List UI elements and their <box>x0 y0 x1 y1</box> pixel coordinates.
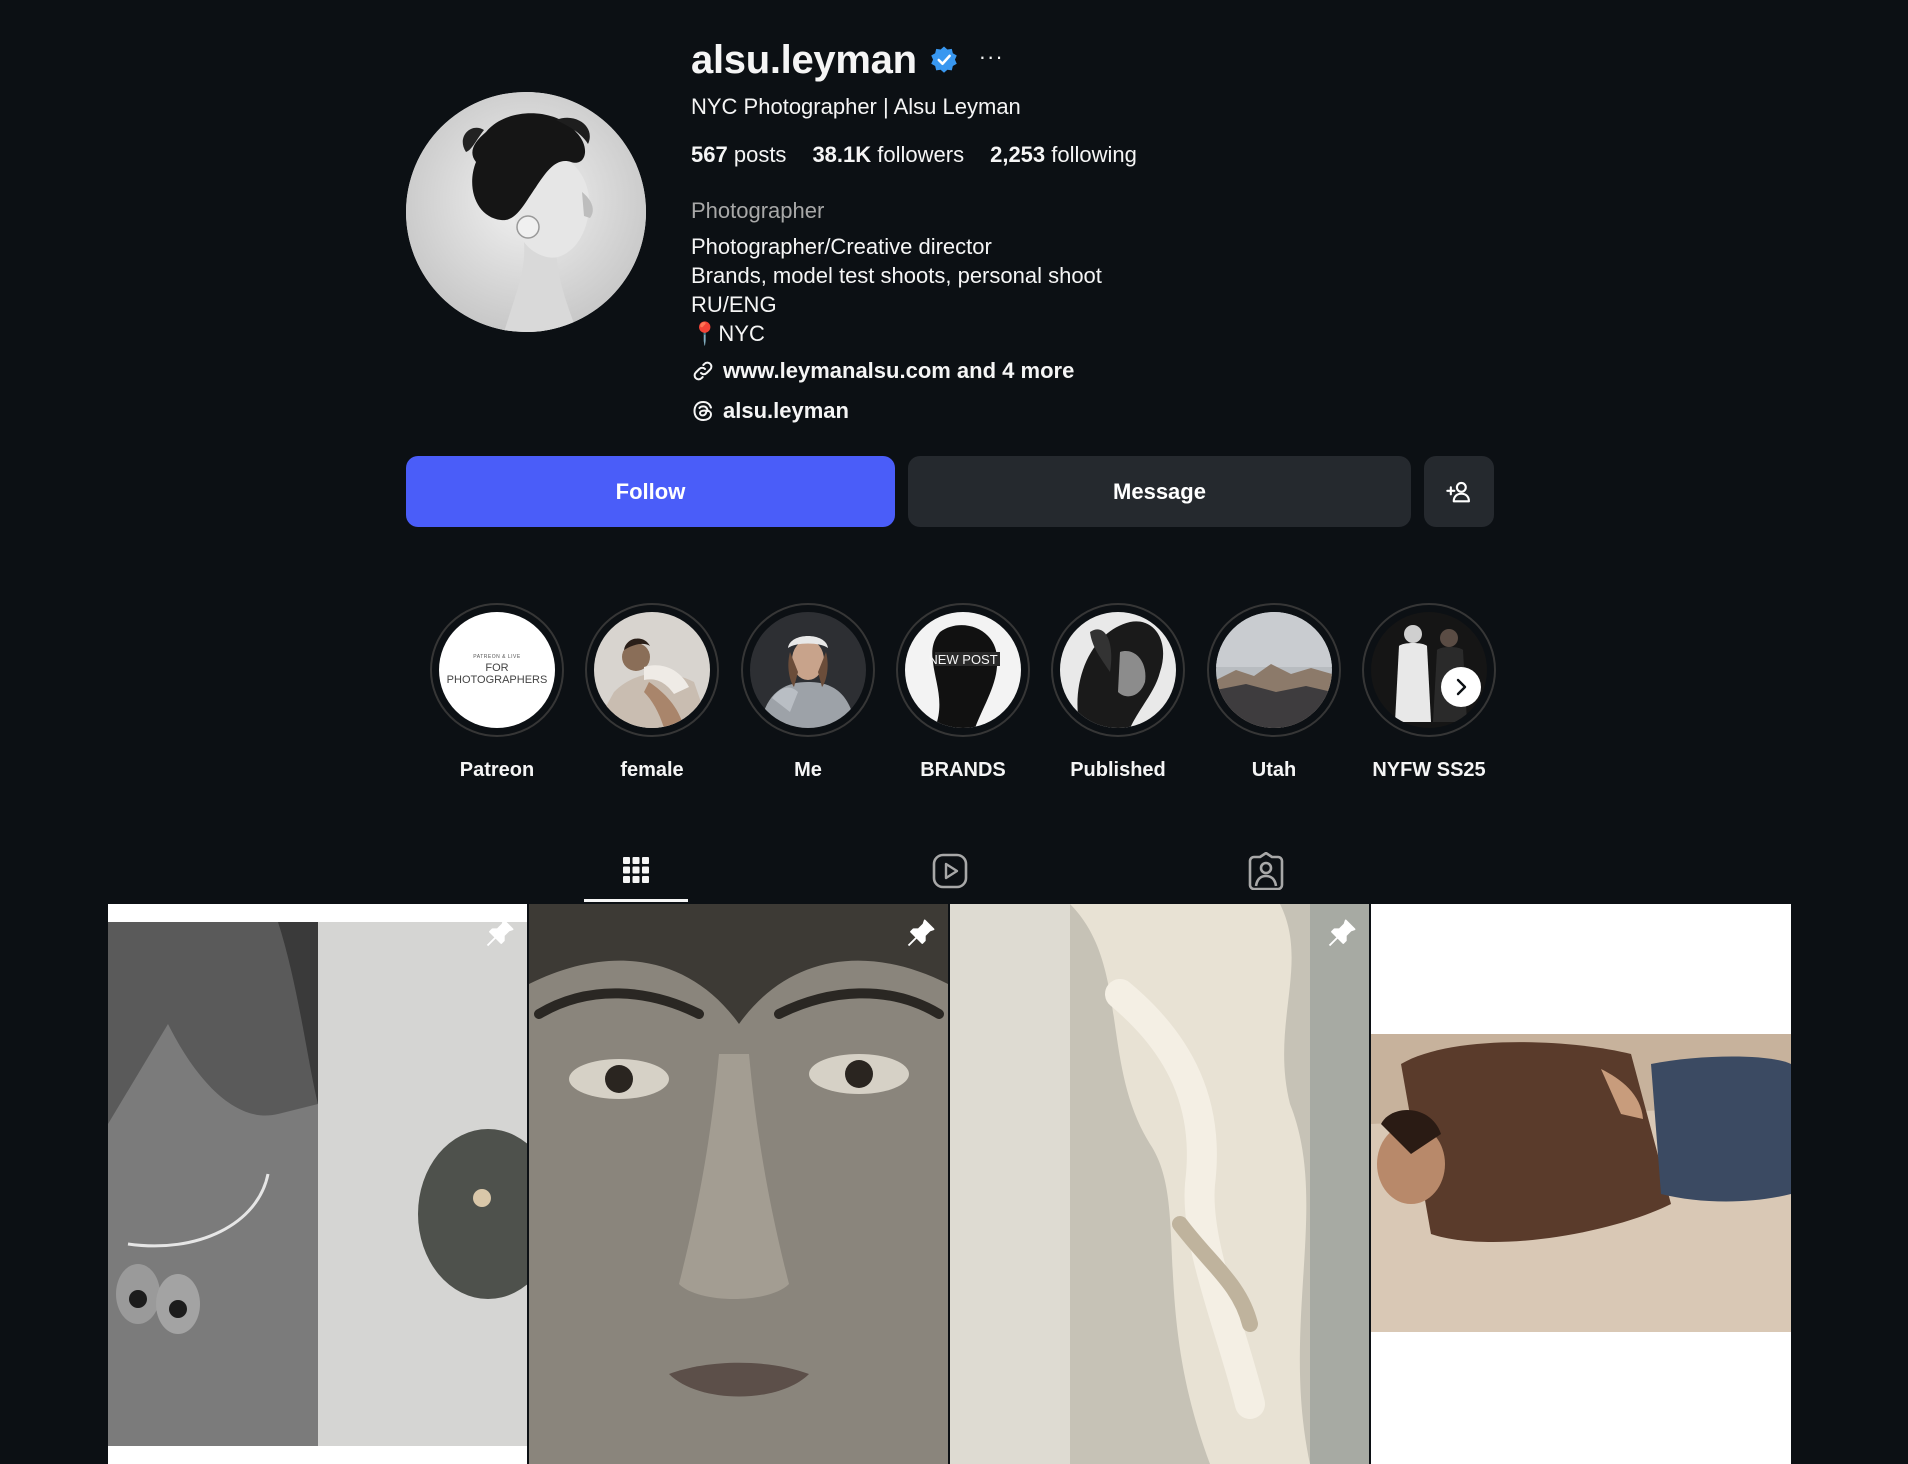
published-cover-image <box>1060 612 1176 728</box>
utah-cover-image <box>1216 612 1332 728</box>
bio-line: Brands, model test shoots, personal shoo… <box>691 263 1102 288</box>
female-cover-image <box>594 612 710 728</box>
tab-reels[interactable] <box>898 840 1002 902</box>
posts-count: 567 <box>691 142 728 167</box>
post-image-fluffy-texture <box>950 904 1369 1464</box>
post-tile[interactable] <box>950 904 1369 1464</box>
bio-line: Photographer/Creative director <box>691 234 992 259</box>
highlight-label: female <box>620 759 684 781</box>
posts-label: posts <box>733 142 787 167</box>
post-image-sweater <box>1371 904 1791 1464</box>
link-icon <box>693 361 713 381</box>
highlight-ring: NEW POST <box>896 603 1030 737</box>
tab-posts[interactable] <box>584 840 688 902</box>
highlight-label: BRANDS <box>920 759 1006 781</box>
highlight-ring <box>1207 603 1341 737</box>
brands-cover-image <box>905 612 1021 728</box>
followers-count: 38.1K <box>812 142 872 167</box>
highlight-label: Utah <box>1251 759 1297 781</box>
highlight-ring <box>1362 603 1496 737</box>
follow-button[interactable]: Follow <box>406 456 895 527</box>
threads-icon <box>693 400 713 421</box>
profile-bio: Photographer/Creative director Brands, m… <box>691 232 1591 348</box>
profile-info: alsu.leyman ··· NYC Photographer | Alsu … <box>691 36 1591 428</box>
highlights-next-button[interactable] <box>1441 667 1481 707</box>
profile-avatar[interactable] <box>406 92 646 332</box>
pinned-icon <box>486 919 514 947</box>
reels-icon <box>932 853 968 889</box>
highlight-label: Patreon <box>459 759 535 781</box>
post-image-jewelry <box>108 904 527 1464</box>
me-cover-image <box>750 612 866 728</box>
followers-label: followers <box>877 142 965 167</box>
profile-full-name: NYC Photographer | Alsu Leyman <box>691 94 1021 119</box>
chevron-right-icon <box>1456 678 1467 696</box>
highlight-label: NYFW SS25 <box>1372 759 1486 781</box>
tab-tagged[interactable] <box>1214 840 1318 902</box>
post-tile[interactable] <box>108 904 527 1464</box>
highlight-cover: PATREON & LIVE FOR PHOTOGRAPHERS <box>439 612 555 728</box>
highlight-patreon[interactable]: PATREON & LIVE FOR PHOTOGRAPHERS Patreon <box>429 603 565 782</box>
more-options-button[interactable]: ··· <box>979 46 1004 74</box>
highlight-label: Published <box>1070 759 1166 781</box>
add-user-icon <box>1446 481 1470 502</box>
highlight-ring <box>585 603 719 737</box>
profile-title-row: alsu.leyman ··· <box>691 36 1591 84</box>
highlight-ring <box>1051 603 1185 737</box>
external-link-text: www.leymanalsu.com and 4 more <box>723 358 1075 383</box>
threads-link[interactable]: alsu.leyman <box>691 394 1591 428</box>
external-link[interactable]: www.leymanalsu.com and 4 more <box>691 354 1591 388</box>
profile-stats: 567 posts 38.1K followers 2,253 followin… <box>691 142 1591 168</box>
bio-line: RU/ENG <box>691 292 777 317</box>
profile-category: Photographer <box>691 198 825 223</box>
highlight-female[interactable]: female <box>584 603 720 782</box>
highlight-ring <box>741 603 875 737</box>
highlight-cover-text: FOR PHOTOGRAPHERS <box>446 662 548 686</box>
following-count: 2,253 <box>990 142 1046 167</box>
following-stat[interactable]: 2,253 following <box>990 142 1137 168</box>
post-tile[interactable] <box>1371 904 1791 1464</box>
threads-handle: alsu.leyman <box>723 398 849 423</box>
posts-count-stat: 567 posts <box>691 142 786 168</box>
highlight-utah[interactable]: Utah <box>1206 603 1342 782</box>
verified-badge-icon <box>929 45 959 75</box>
grid-icon <box>623 856 649 883</box>
message-button[interactable]: Message <box>908 456 1411 527</box>
highlight-me[interactable]: Me <box>740 603 876 782</box>
suggested-users-button[interactable] <box>1424 456 1494 527</box>
following-label: following <box>1051 142 1137 167</box>
profile-username: alsu.leyman <box>691 37 917 82</box>
posts-grid <box>108 904 1791 1464</box>
highlight-cover <box>1060 612 1176 728</box>
highlight-ring: PATREON & LIVE FOR PHOTOGRAPHERS <box>430 603 564 737</box>
followers-stat[interactable]: 38.1K followers <box>812 142 964 168</box>
highlight-cover-subtext: PATREON & LIVE <box>473 654 521 660</box>
highlight-cover: NEW POST <box>905 612 1021 728</box>
highlight-brands[interactable]: NEW POST BRANDS <box>895 603 1031 782</box>
avatar-portrait-image <box>406 92 646 332</box>
highlight-cover-text: NEW POST <box>928 652 998 667</box>
highlight-cover <box>1216 612 1332 728</box>
bio-line: 📍NYC <box>691 321 765 346</box>
post-tile[interactable] <box>529 904 948 1464</box>
pinned-icon <box>907 919 935 947</box>
highlight-cover <box>594 612 710 728</box>
highlight-cover <box>750 612 866 728</box>
tagged-icon <box>1248 852 1284 890</box>
highlight-label: Me <box>794 759 822 781</box>
pinned-icon <box>1328 919 1356 947</box>
post-image-freckled-face <box>529 904 948 1464</box>
highlight-published[interactable]: Published <box>1050 603 1186 782</box>
